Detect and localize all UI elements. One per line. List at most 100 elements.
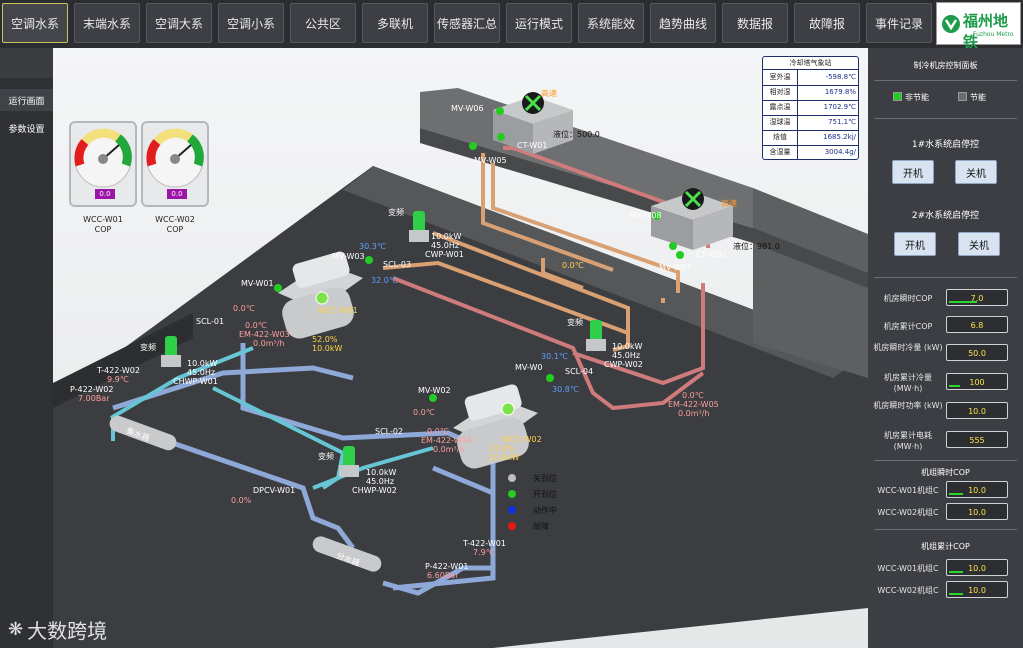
cwp-w02-freq: 45.0Hz	[612, 351, 641, 360]
p-w02-value: 7.00Bar	[78, 394, 110, 403]
tab-ac-small[interactable]: 空调小系	[218, 3, 284, 43]
gauge-caption: WCC-W01 COP	[63, 215, 143, 235]
metric-label: 机房累计电耗 (MW·h)	[884, 431, 932, 451]
label-scl-01: SCL-01	[196, 317, 225, 326]
tab-system-efficiency[interactable]: 系统能效	[578, 3, 644, 43]
metric-label: 机房瞬时冷量 (kW)	[873, 343, 943, 352]
metric-value: 10.0	[946, 402, 1008, 419]
sidebar-item-params[interactable]: 参数设置	[0, 117, 53, 139]
label-dpcv: DPCV-W01 0.0%	[231, 486, 296, 505]
cwp-w02-power: 10.0kW	[612, 342, 643, 351]
tab-sensor-summary[interactable]: 传感器汇总	[434, 3, 500, 43]
tab-trend[interactable]: 趋势曲线	[650, 3, 716, 43]
em-w04-temp-b: 0.0℃	[427, 427, 449, 436]
cwp-w02-name: CWP-W02	[604, 360, 643, 369]
metric-label: 机房瞬时功率 (kW)	[873, 401, 943, 410]
sidebar-item-run-view[interactable]: 运行画面	[0, 89, 53, 111]
em-w04-name: EM-422-W04	[421, 436, 472, 445]
em-w03-temp-a: 0.0℃	[233, 304, 255, 313]
legend-moving: 动作中	[533, 506, 557, 515]
tab-terminal-water[interactable]: 末端水系	[74, 3, 140, 43]
tab-fault[interactable]: 故障报	[794, 3, 860, 43]
gauge-name: WCC-W02	[155, 215, 195, 224]
mode-non-saving-toggle[interactable]	[893, 92, 902, 101]
label-em-w05: 0.0℃ EM-422-W05 0.0m³/h	[668, 391, 719, 418]
chwp-w01-power: 10.0kW	[187, 359, 218, 368]
mode-saving-toggle[interactable]	[958, 92, 967, 101]
weather-value: 1702.9℃	[823, 103, 856, 111]
weather-key: 露点温	[763, 100, 798, 115]
weather-key: 含湿量	[763, 145, 798, 160]
system1-stop-button[interactable]: 关机	[955, 160, 997, 184]
label-em-w03: 0.0℃ 0.0℃ EM-422-W03 0.0m³/h	[233, 304, 290, 348]
label-fan2-speed: 高速	[721, 199, 737, 208]
top-nav: 空调水系 末端水系 空调大系 空调小系 公共区 多联机 传感器汇总 运行模式 系…	[0, 0, 1023, 51]
legend-fault: 故障	[533, 522, 549, 531]
em-w03-name: EM-422-W03	[239, 330, 290, 339]
wcc-w01-power: 10.0kW	[312, 344, 343, 353]
fuzhou-metro-logo: 福州地铁 Fuzhou Metro	[936, 2, 1021, 51]
gauge-name: WCC-W01	[83, 215, 123, 224]
em-w03-temp-b: 0.0℃	[245, 321, 267, 330]
cwp-w01-name: CWP-W01	[425, 250, 464, 259]
system2-start-button[interactable]: 开机	[894, 232, 936, 256]
label-p-w02: P-422-W02 7.00Bar	[70, 385, 113, 403]
label-mv-w04: MV-W0	[515, 363, 543, 372]
label-mv-w01: MV-W01	[241, 279, 274, 288]
metric-label: 机房瞬时COP	[883, 294, 933, 303]
weather-value: -598.8℃	[825, 73, 856, 81]
label-chwp-w01: 10.0kW 45.0Hz CHWP-W01	[173, 359, 218, 386]
tab-vrf[interactable]: 多联机	[362, 3, 428, 43]
t-w01-name: T-422-W01	[463, 539, 506, 548]
gauge-wcc-w01: 0.0	[69, 121, 137, 207]
metric-value: 555	[946, 431, 1008, 448]
unit-inst-cop-title: 机组瞬时COP	[921, 468, 970, 477]
label-tank1-level: 液位：500.0	[553, 130, 600, 139]
gauge-wcc-w02: 0.0	[141, 121, 209, 207]
gauge-caption: WCC-W02 COP	[135, 215, 215, 235]
unit-cum-cop-title: 机组累计COP	[921, 542, 970, 551]
dpcv-name: DPCV-W01	[253, 486, 296, 495]
gauge-dial-icon	[146, 128, 204, 188]
label-var-freq-1: 变频	[388, 208, 404, 217]
tab-events[interactable]: 事件记录	[866, 3, 932, 43]
unit-label: WCC-W02机组C	[877, 508, 939, 517]
unit-value: 10.0	[946, 581, 1008, 598]
em-w05-name: EM-422-W05	[668, 400, 719, 409]
tab-run-mode[interactable]: 运行模式	[506, 3, 572, 43]
p-w01-value: 6.60Bar	[427, 571, 459, 580]
gauge-dial-icon	[74, 128, 132, 188]
label-fan1-speed: 高速	[541, 89, 557, 98]
system1-title: 1#水系统启停控	[911, 140, 980, 150]
label-em-w04: 0.0℃ 0.0℃ EM-422-W04 0.0m³/h	[413, 408, 472, 454]
label-mv-w03: MV-W03	[332, 252, 365, 261]
label-ct-w02: CT-W02	[696, 250, 727, 259]
label-scl-03: SCL-03	[383, 260, 412, 269]
metric-value: 6.8	[946, 316, 1008, 333]
weather-value: 3004.4g/	[824, 148, 856, 156]
tab-report[interactable]: 数据报	[722, 3, 788, 43]
weather-station-title: 冷却塔气象站	[763, 57, 858, 70]
em-w03-flow: 0.0m³/h	[253, 339, 285, 348]
legend-dot-closed	[508, 474, 516, 482]
weather-key: 湿球温	[763, 115, 798, 130]
tab-public-area[interactable]: 公共区	[290, 3, 356, 43]
tab-chilled-water[interactable]: 空调水系	[2, 3, 68, 43]
metric-label: 机房累计COP	[883, 322, 933, 331]
weather-key: 室外温	[763, 70, 798, 85]
label-mv-w05: MV-W05	[474, 156, 507, 165]
unit-label: WCC-W01机组C	[877, 486, 939, 495]
weather-row: 露点温 1702.9℃	[763, 100, 858, 116]
p-w02-name: P-422-W02	[70, 385, 114, 394]
system1-start-button[interactable]: 开机	[892, 160, 934, 184]
label-scl-04: SCL-04	[565, 367, 594, 376]
value-progress-bar	[949, 593, 963, 595]
label-temp-308: 30.8℃	[552, 385, 579, 394]
tab-ac-large[interactable]: 空调大系	[146, 3, 212, 43]
label-var-freq-4: 变频	[318, 452, 334, 461]
system2-stop-button[interactable]: 关机	[958, 232, 1000, 256]
label-tank2-level: 液位：981.0	[733, 242, 780, 251]
em-w05-temp: 0.0℃	[682, 391, 704, 400]
label-p-w01: P-422-W01 6.60Bar	[425, 562, 468, 580]
legend-closed: 关到位	[533, 474, 557, 483]
